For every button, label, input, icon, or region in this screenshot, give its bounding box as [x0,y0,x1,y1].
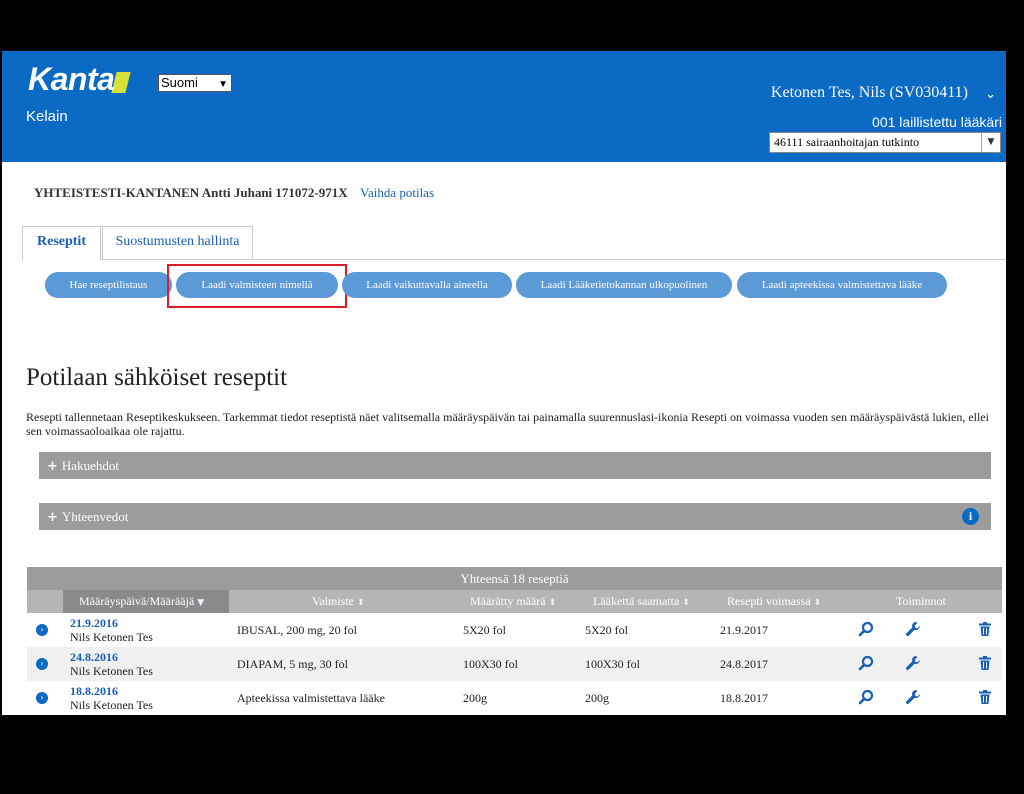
table-row: › 21.9.2016 Nils Ketonen Tes IBUSAL, 200… [27,613,1002,647]
product: Apteekissa valmistettava lääke [237,691,385,705]
magnifier-icon[interactable] [858,621,874,637]
table-row: › 18.8.2016 Nils Ketonen Tes Apteekissa … [27,681,1002,715]
prescribe-by-substance-button[interactable]: Laadi vaikuttavalla aineella [342,272,512,298]
user-role: 001 laillistettu lääkäri [872,114,1002,130]
column-date[interactable]: Määräyspäivä/Määrääjä ▼ [79,590,204,615]
app-window: Kanta Kelain Suomi ▼ Ketonen Tes, Nils (… [2,51,1006,715]
sort-desc-icon: ▼ [197,598,205,608]
plus-icon: + [47,459,58,474]
patient-name: YHTEISTESTI-KANTANEN Antti Juhani 171072… [34,185,348,200]
summaries-panel[interactable]: + Yhteenvedot i [39,503,991,530]
table-header: Määräyspäivä/Määrääjä ▼ Valmiste ⬍ Määrätt… [27,590,1002,613]
expand-icon[interactable]: › [36,624,48,636]
column-valid[interactable]: Resepti voimassa ⬍ [727,590,821,615]
prescriptions-table: Yhteensä 18 reseptiä Määräyspäivä/Määrää… [27,567,1002,715]
amount: 5X20 fol [463,623,506,637]
prescriber: Nils Ketonen Tes [70,664,153,678]
search-prescriptions-button[interactable]: Hae reseptilistaus [45,272,172,298]
valid-until: 24.8.2017 [720,657,768,671]
magnifier-icon[interactable] [858,655,874,671]
remaining: 100X30 fol [585,657,640,671]
column-product[interactable]: Valmiste ⬍ [312,590,365,615]
prescribe-pharmacy-made-button[interactable]: Laadi apteekissa valmistettava lääke [737,272,947,298]
info-icon[interactable]: i [962,508,979,525]
plus-icon: + [47,510,58,525]
chevron-down-icon: ▼ [218,79,228,90]
prescription-date-link[interactable]: 21.9.2016 [70,616,118,631]
trash-icon[interactable] [977,689,993,705]
language-select[interactable]: Suomi ▼ [158,74,232,92]
user-name[interactable]: Ketonen Tes, Nils (SV030411) [771,84,968,102]
remaining: 5X20 fol [585,623,628,637]
prescription-date-link[interactable]: 18.8.2016 [70,684,118,699]
sort-icon: ⬍ [357,598,365,608]
prescriber: Nils Ketonen Tes [70,630,153,644]
product: DIAPAM, 5 mg, 30 fol [237,657,348,671]
column-amount[interactable]: Määrätty määrä ⬍ [470,590,556,615]
wrench-icon[interactable] [905,689,921,705]
expand-icon[interactable]: › [36,692,48,704]
amount: 200g [463,691,487,705]
degree-value: 46111 sairaanhoitajan tutkinto [774,135,920,149]
page-title: Potilaan sähköiset reseptit [26,364,288,391]
column-remaining[interactable]: Lääkettä saamatta ⬍ [593,590,690,615]
prescription-date-link[interactable]: 24.8.2016 [70,650,118,665]
wrench-icon[interactable] [905,655,921,671]
column-actions: Toiminnot [896,594,946,608]
sort-icon: ⬍ [548,598,557,608]
tab-suostumusten-hallinta[interactable]: Suostumusten hallinta [102,226,253,259]
prescribe-outside-database-button[interactable]: Laadi Lääketietokannan ulkopuolinen [516,272,732,298]
chevron-down-icon[interactable]: ⌄ [985,87,996,102]
header: Kanta Kelain Suomi ▼ Ketonen Tes, Nils (… [2,51,1006,162]
trash-icon[interactable] [977,621,993,637]
wrench-icon[interactable] [905,621,921,637]
change-patient-link[interactable]: Vaihda potilas [360,185,434,201]
sort-icon: ⬍ [813,598,822,608]
language-value: Suomi [161,75,198,90]
magnifier-icon[interactable] [858,689,874,705]
degree-select[interactable]: 46111 sairaanhoitajan tutkinto ▼ [769,132,1001,153]
tab-reseptit[interactable]: Reseptit [22,226,101,260]
table-row: › 24.8.2016 Nils Ketonen Tes DIAPAM, 5 m… [27,647,1002,681]
prescriber: Nils Ketonen Tes [70,698,153,712]
search-criteria-panel[interactable]: + Hakuehdot [39,452,991,479]
trash-icon[interactable] [977,655,993,671]
amount: 100X30 fol [463,657,518,671]
chevron-down-icon[interactable]: ▼ [981,133,1000,152]
remaining: 200g [585,691,609,705]
app-name: Kelain [26,108,68,125]
tab-bar: Reseptit Suostumusten hallinta [22,226,1006,260]
page-description: Resepti tallennetaan Reseptikeskukseen. … [26,410,989,438]
valid-until: 18.8.2017 [720,691,768,705]
expand-icon[interactable]: › [36,658,48,670]
sort-icon: ⬍ [682,598,690,608]
table-caption: Yhteensä 18 reseptiä [27,567,1002,590]
product: IBUSAL, 200 mg, 20 fol [237,623,357,637]
valid-until: 21.9.2017 [720,623,768,637]
kanta-logo[interactable]: Kanta [28,61,131,98]
highlight-frame [167,264,347,308]
